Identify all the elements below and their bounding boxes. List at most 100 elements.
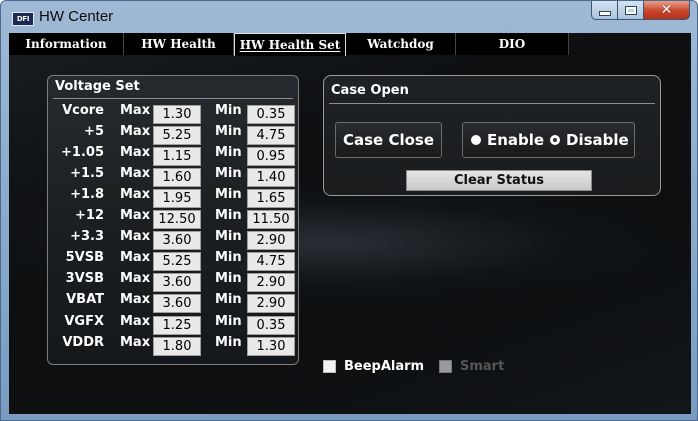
max-input[interactable]: 3.60 bbox=[153, 294, 201, 313]
min-label: Min bbox=[215, 208, 242, 223]
min-input[interactable]: 2.90 bbox=[247, 294, 295, 313]
min-input[interactable]: 2.90 bbox=[247, 273, 295, 292]
voltage-name: 5VSB bbox=[65, 250, 104, 265]
max-label: Max bbox=[120, 103, 151, 118]
max-label: Max bbox=[120, 335, 151, 350]
max-label: Max bbox=[120, 229, 151, 244]
max-input[interactable]: 1.25 bbox=[153, 316, 201, 335]
voltage-row-3v3: +3.3 Max 3.60 Min 2.90 bbox=[48, 229, 300, 250]
group-divider bbox=[329, 103, 655, 104]
max-input[interactable]: 1.95 bbox=[153, 189, 201, 208]
voltage-name: VGFX bbox=[64, 314, 104, 329]
radio-unchecked-icon bbox=[471, 135, 481, 145]
min-input[interactable]: 11.50 bbox=[247, 210, 295, 229]
voltage-name: +3.3 bbox=[70, 229, 104, 244]
checkbox-icon bbox=[439, 360, 452, 373]
voltage-row-12v: +12 Max 12.50 Min 11.50 bbox=[48, 208, 300, 229]
case-close-button[interactable]: Case Close bbox=[335, 122, 442, 158]
case-open-group: Case Open Case Close Enable Disable Clea… bbox=[323, 75, 661, 196]
title-bar[interactable]: DFI HW Center ✕ bbox=[1, 1, 697, 33]
min-label: Min bbox=[215, 124, 242, 139]
tab-watchdog[interactable]: Watchdog bbox=[346, 33, 456, 55]
min-label: Min bbox=[215, 335, 242, 350]
voltage-name: VDDR bbox=[62, 335, 104, 350]
max-input[interactable]: 1.60 bbox=[153, 168, 201, 187]
max-label: Max bbox=[120, 250, 151, 265]
voltage-name: +1.05 bbox=[61, 145, 104, 160]
voltage-row-vbat: VBAT Max 3.60 Min 2.90 bbox=[48, 292, 300, 313]
voltage-set-title: Voltage Set bbox=[55, 79, 140, 94]
min-label: Min bbox=[215, 292, 242, 307]
min-label: Min bbox=[215, 271, 242, 286]
max-input[interactable]: 1.30 bbox=[153, 105, 201, 124]
tab-hw-health[interactable]: HW Health bbox=[124, 33, 234, 55]
min-input[interactable]: 2.90 bbox=[247, 231, 295, 250]
tab-hw-health-set[interactable]: HW Health Set bbox=[234, 33, 346, 56]
min-input[interactable]: 4.75 bbox=[247, 252, 295, 271]
max-label: Max bbox=[120, 187, 151, 202]
max-label: Max bbox=[120, 124, 151, 139]
voltage-name: +1.5 bbox=[70, 166, 104, 181]
disable-label: Disable bbox=[566, 131, 629, 149]
voltage-name: VBAT bbox=[66, 292, 104, 307]
minimize-button[interactable] bbox=[591, 1, 618, 20]
caption-buttons: ✕ bbox=[591, 1, 690, 21]
min-input[interactable]: 0.35 bbox=[247, 316, 295, 335]
maximize-button[interactable] bbox=[618, 1, 644, 20]
voltage-row-vgfx: VGFX Max 1.25 Min 0.35 bbox=[48, 314, 300, 335]
beep-alarm-label: BeepAlarm bbox=[344, 359, 425, 374]
window-title: HW Center bbox=[39, 8, 114, 25]
case-open-title: Case Open bbox=[331, 83, 409, 98]
min-label: Min bbox=[215, 166, 242, 181]
min-input[interactable]: 0.35 bbox=[247, 105, 295, 124]
max-label: Max bbox=[120, 314, 151, 329]
min-input[interactable]: 0.95 bbox=[247, 147, 295, 166]
minimize-icon bbox=[598, 10, 611, 16]
app-logo-icon: DFI bbox=[12, 12, 34, 26]
voltage-row-1v5: +1.5 Max 1.60 Min 1.40 bbox=[48, 166, 300, 187]
beep-alarm-checkbox[interactable]: BeepAlarm bbox=[323, 359, 424, 374]
voltage-set-group: Voltage Set Vcore Max 1.30 Min 0.35 +5 M… bbox=[47, 75, 299, 365]
min-input[interactable]: 1.65 bbox=[247, 189, 295, 208]
hw-center-window: DFI HW Center ✕ Information HW Health HW… bbox=[0, 0, 698, 421]
max-input[interactable]: 1.80 bbox=[153, 337, 201, 356]
close-icon: ✕ bbox=[660, 2, 673, 18]
voltage-name: Vcore bbox=[62, 103, 104, 118]
voltage-name: +1.8 bbox=[70, 187, 104, 202]
group-divider bbox=[53, 98, 293, 99]
smart-label: Smart bbox=[460, 359, 505, 374]
max-label: Max bbox=[120, 208, 151, 223]
max-input[interactable]: 5.25 bbox=[153, 252, 201, 271]
enable-disable-radio-group: Enable Disable bbox=[462, 122, 635, 158]
max-label: Max bbox=[120, 271, 151, 286]
max-input[interactable]: 5.25 bbox=[153, 126, 201, 145]
voltage-row-vcore: Vcore Max 1.30 Min 0.35 bbox=[48, 103, 300, 124]
voltage-row-5vsb: 5VSB Max 5.25 Min 4.75 bbox=[48, 250, 300, 271]
min-label: Min bbox=[215, 229, 242, 244]
maximize-icon bbox=[624, 5, 637, 15]
radio-checked-icon bbox=[550, 135, 560, 145]
min-label: Min bbox=[215, 250, 242, 265]
clear-status-button[interactable]: Clear Status bbox=[406, 170, 592, 191]
min-label: Min bbox=[215, 103, 242, 118]
disable-radio[interactable]: Disable bbox=[550, 123, 629, 157]
max-input[interactable]: 1.15 bbox=[153, 147, 201, 166]
max-input[interactable]: 3.60 bbox=[153, 231, 201, 250]
tab-information[interactable]: Information bbox=[9, 33, 124, 55]
max-input[interactable]: 12.50 bbox=[153, 210, 201, 229]
smart-checkbox[interactable]: Smart bbox=[439, 359, 504, 374]
max-label: Max bbox=[120, 166, 151, 181]
min-label: Min bbox=[215, 187, 242, 202]
max-label: Max bbox=[120, 145, 151, 160]
tab-bar: Information HW Health HW Health Set Watc… bbox=[9, 33, 569, 56]
enable-radio[interactable]: Enable bbox=[471, 123, 544, 157]
max-input[interactable]: 3.60 bbox=[153, 273, 201, 292]
min-input[interactable]: 4.75 bbox=[247, 126, 295, 145]
min-input[interactable]: 1.30 bbox=[247, 337, 295, 356]
close-button[interactable]: ✕ bbox=[644, 1, 690, 20]
min-input[interactable]: 1.40 bbox=[247, 168, 295, 187]
client-area: Information HW Health HW Health Set Watc… bbox=[9, 33, 691, 414]
tab-dio[interactable]: DIO bbox=[456, 33, 569, 55]
enable-label: Enable bbox=[487, 131, 545, 149]
voltage-name: +12 bbox=[75, 208, 104, 223]
